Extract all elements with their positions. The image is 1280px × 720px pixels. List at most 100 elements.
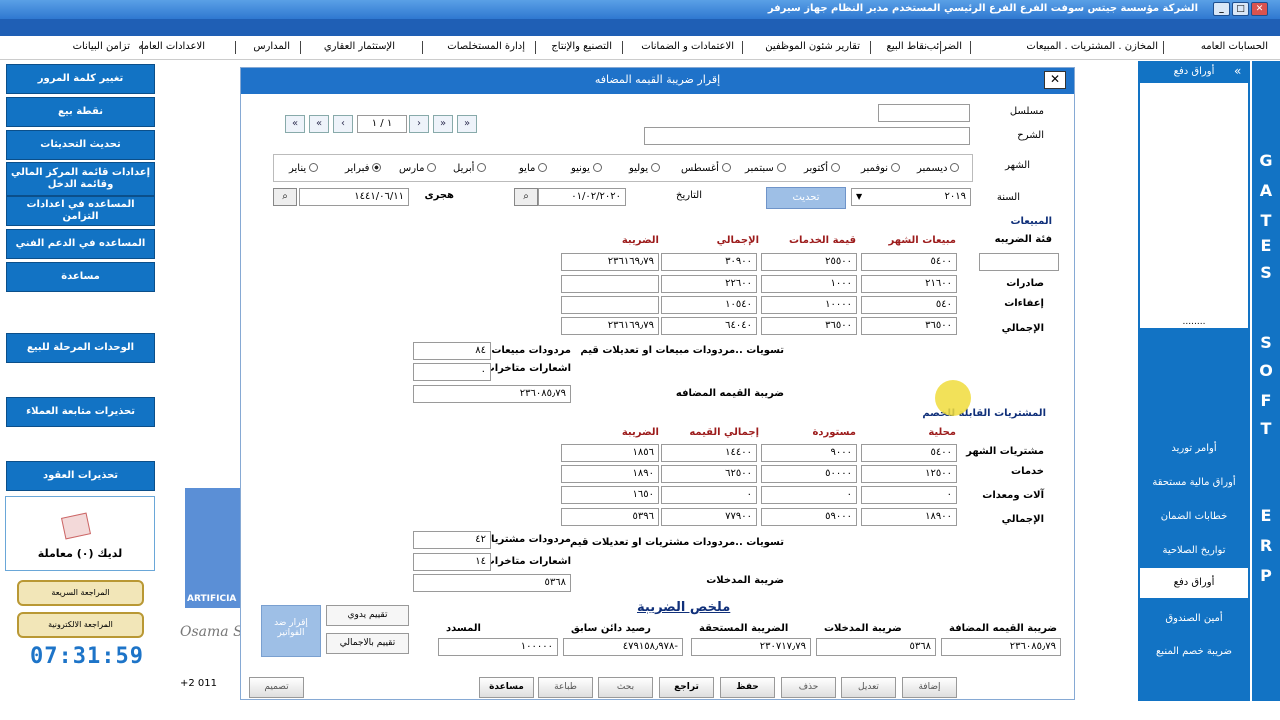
rp-guarantees[interactable]: خطابات الضمان [1140, 502, 1248, 532]
rp-purchase-orders[interactable]: أوامر توريد [1140, 434, 1248, 464]
purch-cell-3-2[interactable]: ٧٧٩٠٠ [661, 508, 757, 526]
purch-cell-0-1[interactable]: ٩٠٠٠ [761, 444, 857, 462]
update-dialog-button[interactable]: تحديث [766, 187, 846, 209]
year-select[interactable]: ٢٠١٩ [851, 188, 971, 206]
menu-credits[interactable]: الاعتمادات و الضمانات [641, 41, 734, 52]
purch-cell-1-2[interactable]: ٦٢٥٠٠ [661, 465, 757, 483]
rp-expiry-dates[interactable]: تواريخ الصلاحية [1140, 536, 1248, 566]
e-review-button[interactable]: المراجعة الالكترونية [17, 612, 144, 638]
vat-field[interactable]: ٢٣٦٠٨٥٫٧٩ [413, 385, 571, 403]
summary-value-0[interactable]: ٢٣٦٠٨٥٫٧٩ [941, 638, 1061, 656]
month-nov[interactable]: نوفمبر [861, 163, 901, 174]
sale-units-button[interactable]: الوحدات المرحلة للبيع [6, 333, 155, 363]
menu-taxes[interactable]: الضرائب [927, 41, 962, 52]
summary-value-4[interactable]: ١٠٠٠٠٠ [438, 638, 558, 656]
pos-button[interactable]: نقطة بيع [6, 97, 155, 127]
desc-field[interactable] [644, 127, 970, 145]
rp-payment-papers[interactable]: أوراق دفع [1140, 568, 1248, 598]
menu-inventory[interactable]: المخازن . المشتريات . المبيعات [1026, 41, 1158, 52]
month-may[interactable]: مايو [519, 163, 548, 174]
month-mar[interactable]: مارس [399, 163, 437, 174]
rp-withholding-tax[interactable]: ضريبة خصم المنبع [1140, 637, 1248, 667]
purch-cell-1-3[interactable]: ١٨٩٠ [561, 465, 659, 483]
add-button[interactable]: إضافة [902, 677, 957, 698]
maximize-button[interactable]: □ [1232, 2, 1249, 16]
nav-next-button[interactable]: › [409, 115, 429, 133]
sales-cell-1-2[interactable]: ٢٢٦٠٠ [661, 275, 757, 293]
month-apr[interactable]: أبريل [453, 163, 487, 174]
sales-cell-0-2[interactable]: ٣٠٩٠٠ [661, 253, 757, 271]
search-button[interactable]: بحث [598, 677, 653, 698]
notification-box[interactable]: لديك (٠) معاملة [5, 496, 155, 571]
contract-alerts-button[interactable]: تحذيرات العقود [6, 461, 155, 491]
serial-field[interactable] [878, 104, 970, 122]
close-window-button[interactable]: ✕ [1251, 2, 1268, 16]
menu-pos[interactable]: نقاط البيع [887, 41, 928, 52]
dialog-close-button[interactable]: ✕ [1044, 71, 1066, 89]
sales-cell-0-0[interactable]: ٥٤٠٠ [861, 253, 957, 271]
menu-real-estate[interactable]: الإستثمار العقاري [324, 41, 395, 52]
nav-prev-page-button[interactable]: « [309, 115, 329, 133]
nav-prev-button[interactable]: ‹ [333, 115, 353, 133]
menu-hr-reports[interactable]: تقارير شئون الموظفين [765, 41, 860, 52]
sync-help-button[interactable]: المساعده في اعدادات التزامن [6, 196, 155, 226]
sales-cell-2-2[interactable]: ١٠٥٤٠ [661, 296, 757, 314]
nav-first-button[interactable]: « [285, 115, 305, 133]
total-eval-button[interactable]: تقييم بالاجمالي [326, 633, 409, 654]
sales-cell-1-0[interactable]: ٢١٦٠٠ [861, 275, 957, 293]
financial-settings-button[interactable]: إعدادات قائمة المركز المالي وقائمة الدخل [6, 162, 155, 196]
date-field[interactable]: ٠١/٠٢/٢٠٢٠ [538, 188, 626, 206]
sales-cell-2-1[interactable]: ١٠٠٠٠ [761, 296, 857, 314]
purch-cell-1-0[interactable]: ١٢٥٠٠ [861, 465, 957, 483]
sales-cell-1-1[interactable]: ١٠٠٠ [761, 275, 857, 293]
sales-cell-0-1[interactable]: ٢٥٥٠٠ [761, 253, 857, 271]
summary-value-2[interactable]: ٢٣٠٧١٧٫٧٩ [691, 638, 811, 656]
sales-cell-3-2[interactable]: ٦٤٠٤٠ [661, 317, 757, 335]
summary-value-1[interactable]: ٥٣٦٨ [816, 638, 936, 656]
nav-last-button[interactable]: » [457, 115, 477, 133]
design-button[interactable]: تصميم [249, 677, 304, 698]
purch-cell-2-3[interactable]: ١٦٥٠ [561, 486, 659, 504]
month-jun[interactable]: يونيو [571, 163, 602, 174]
hijri-field[interactable]: ١٤٤١/٠٦/١١ [299, 188, 409, 206]
double-chevron-icon[interactable]: « [1234, 64, 1241, 78]
help-button[interactable]: مساعدة [6, 262, 155, 292]
purch-cell-0-2[interactable]: ١٤٤٠٠ [661, 444, 757, 462]
purch-returns-field[interactable]: ٤٢ [413, 531, 491, 549]
purch-cell-0-0[interactable]: ٥٤٠٠ [861, 444, 957, 462]
input-tax-field[interactable]: ٥٣٦٨ [413, 574, 571, 592]
purch-cell-3-0[interactable]: ١٨٩٠٠ [861, 508, 957, 526]
purch-cell-2-1[interactable]: ٠ [761, 486, 857, 504]
month-jan[interactable]: يناير [289, 163, 319, 174]
undo-button[interactable]: تراجع [659, 677, 714, 698]
purch-late-field[interactable]: ١٤ [413, 553, 491, 571]
nav-next-page-button[interactable]: » [433, 115, 453, 133]
sales-cell-3-0[interactable]: ٣٦٥٠٠ [861, 317, 957, 335]
purch-cell-2-0[interactable]: ٠ [861, 486, 957, 504]
dialog-help-button[interactable]: مساعدة [479, 677, 534, 698]
month-jul[interactable]: يوليو [629, 163, 661, 174]
sales-cell-3-3[interactable]: ٢٣٦١٦٩٫٧٩ [561, 317, 659, 335]
sales-cell-0-3[interactable]: ٢٣٦١٦٩٫٧٩ [561, 253, 659, 271]
print-button[interactable]: طباعة [538, 677, 593, 698]
customer-alerts-button[interactable]: تحذيرات متابعة العملاء [6, 397, 155, 427]
sales-late-field[interactable]: ٠ [413, 363, 491, 381]
menu-settings[interactable]: الاعدادات العامه [138, 41, 205, 52]
rp-due-papers[interactable]: أوراق مالية مستحقة [1140, 468, 1248, 498]
invoice-decl-button[interactable]: إقرار ضد الفواتير [261, 605, 321, 657]
month-sep[interactable]: سبتمبر [745, 163, 786, 174]
summary-value-3[interactable]: ٤٧٩١٥٨٫٩٧٨- [563, 638, 683, 656]
support-help-button[interactable]: المساعده في الدعم الفني [6, 229, 155, 259]
manual-eval-button[interactable]: تقييم يدوي [326, 605, 409, 626]
quick-review-button[interactable]: المراجعة السريعة [17, 580, 144, 606]
change-password-button[interactable]: تغيير كلمة المرور [6, 64, 155, 94]
month-aug[interactable]: أغسطس [681, 163, 731, 174]
sales-returns-field[interactable]: ٨٤ [413, 342, 491, 360]
minimize-button[interactable]: _ [1213, 2, 1230, 16]
purch-cell-1-1[interactable]: ٥٠٠٠٠ [761, 465, 857, 483]
category-field[interactable] [979, 253, 1059, 271]
sales-cell-3-1[interactable]: ٣٦٥٠٠ [761, 317, 857, 335]
menu-sync[interactable]: تزامن البيانات [73, 41, 130, 52]
date-picker-button[interactable]: ⌕ [514, 188, 538, 206]
month-feb[interactable]: فبراير [345, 163, 382, 174]
